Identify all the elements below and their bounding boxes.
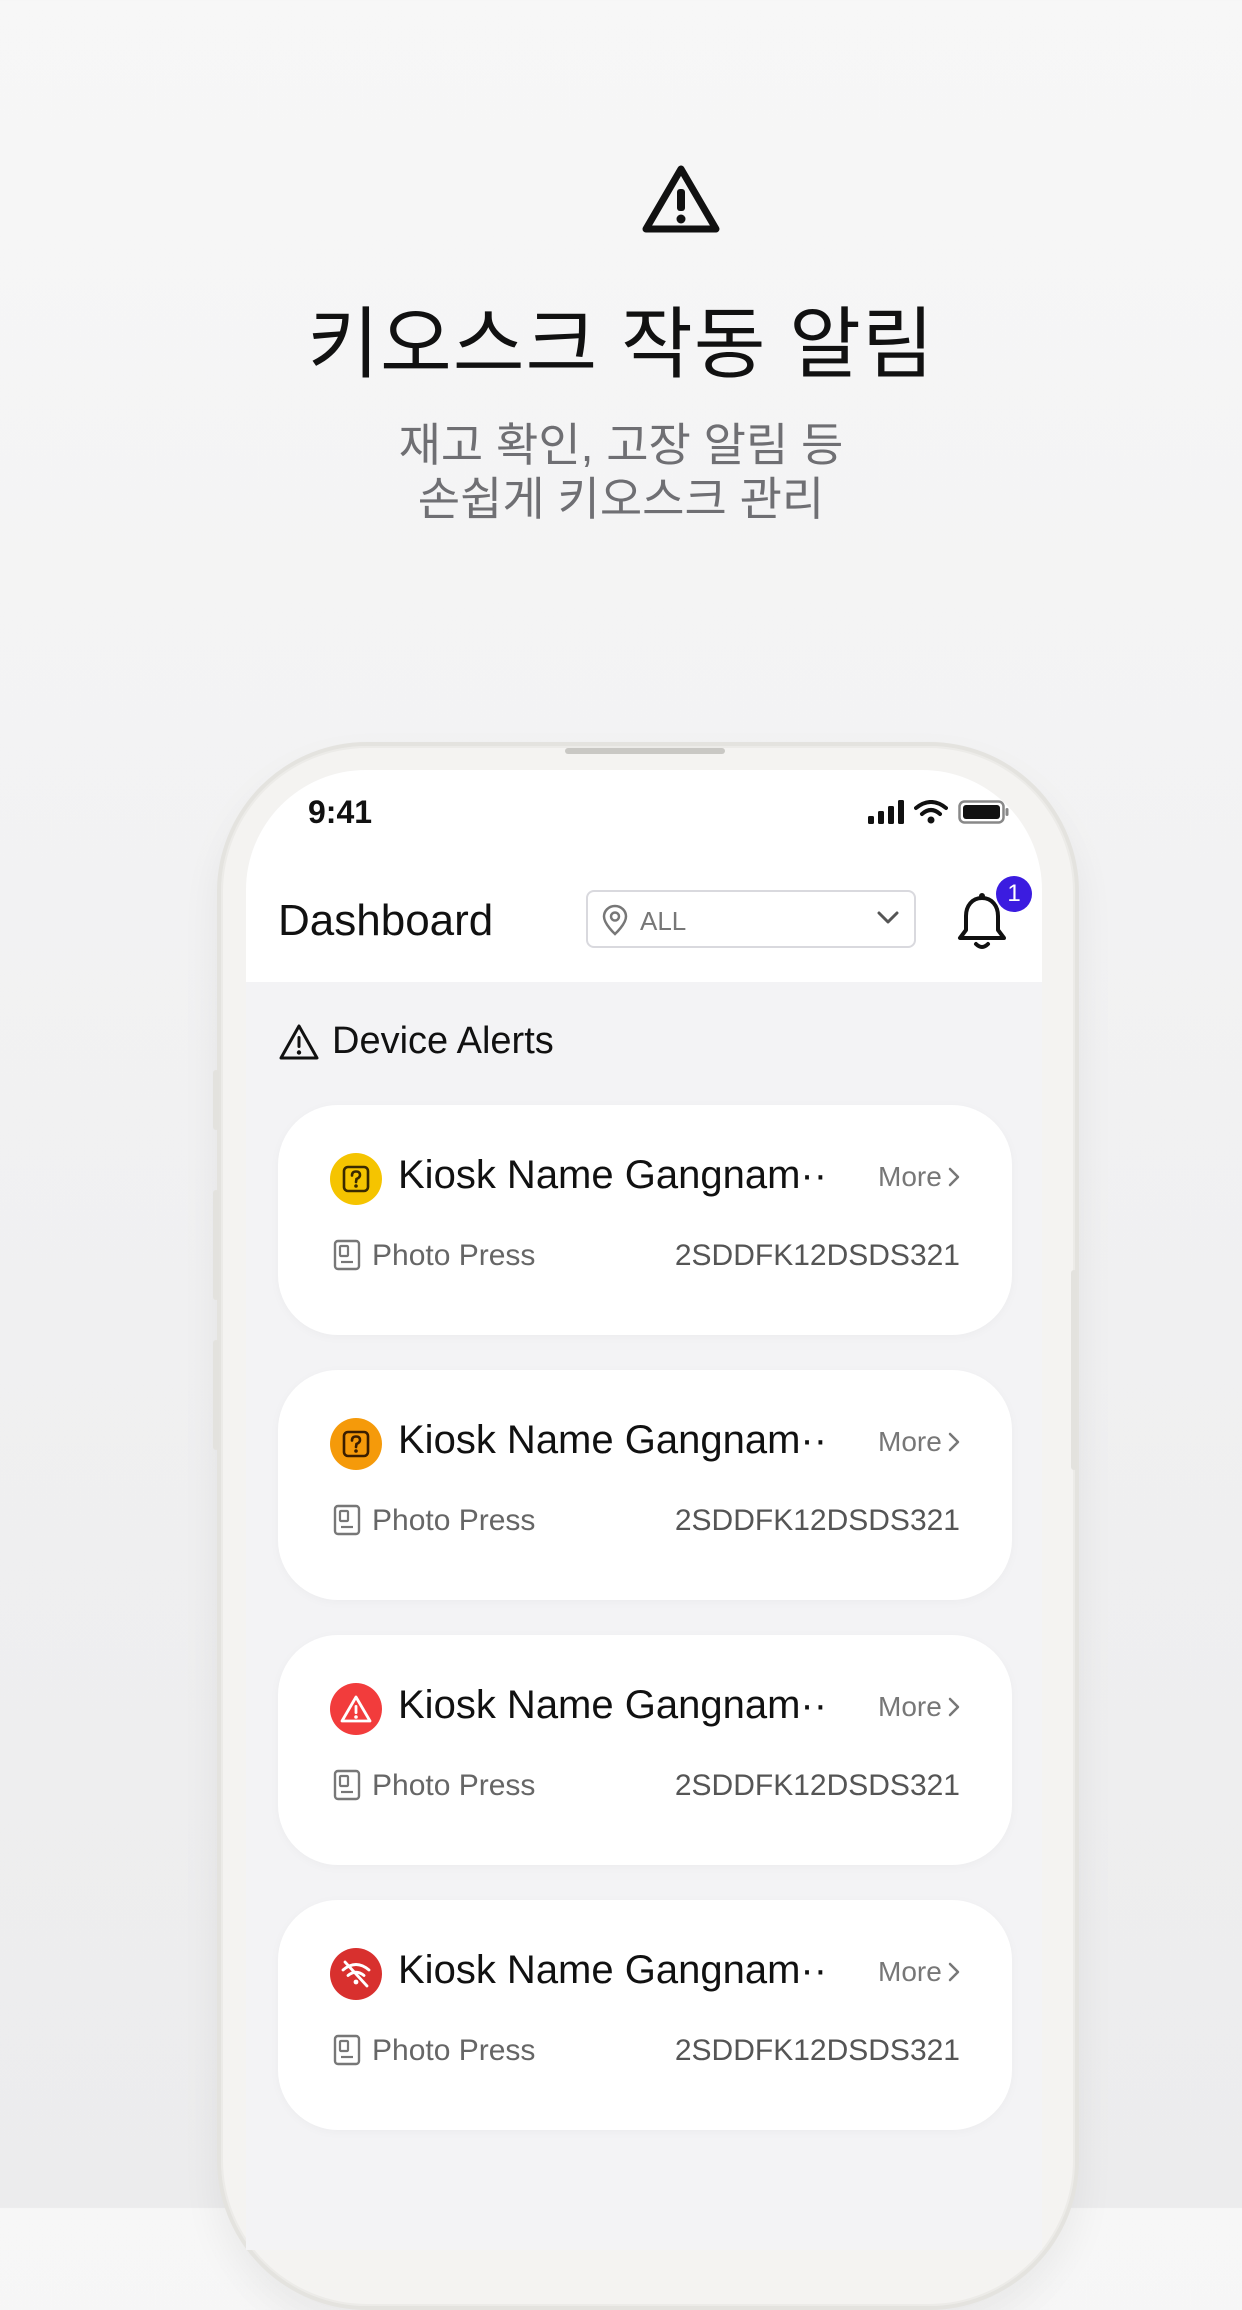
chevron-right-icon bbox=[948, 1432, 960, 1452]
serial-number: 2SDDFK12DSDS321 bbox=[674, 1239, 960, 1272]
product-name: Photo Press bbox=[372, 1769, 536, 1802]
wifi-icon bbox=[914, 800, 948, 824]
alert-card[interactable]: Kiosk Name Gangnam··· More Photo Press 2… bbox=[278, 1900, 1012, 2130]
alert-card[interactable]: Kiosk Name Gangnam··· More Photo Press 2… bbox=[278, 1370, 1012, 1600]
phone-side-button bbox=[213, 1070, 219, 1130]
serial-number: 2SDDFK12DSDS321 bbox=[674, 1769, 960, 1802]
warning-triangle-icon bbox=[279, 1024, 319, 1059]
notification-badge: 1 bbox=[996, 876, 1032, 912]
alert-card[interactable]: Kiosk Name Gangnam··· More Photo Press 2… bbox=[278, 1635, 1012, 1865]
kiosk-device-icon bbox=[333, 1769, 361, 1801]
battery-icon bbox=[958, 800, 1009, 824]
location-filter-value: ALL bbox=[640, 906, 687, 936]
kiosk-device-icon bbox=[333, 1504, 361, 1536]
more-label: More bbox=[878, 1426, 942, 1457]
question-box-icon bbox=[330, 1418, 382, 1470]
phone-side-button bbox=[213, 1190, 219, 1300]
serial-number: 2SDDFK12DSDS321 bbox=[674, 1504, 960, 1537]
kiosk-name: Kiosk Name Gangnam··· bbox=[398, 1683, 828, 1727]
warning-triangle-icon bbox=[330, 1683, 382, 1735]
cellular-signal-icon bbox=[868, 800, 904, 824]
chevron-right-icon bbox=[948, 1697, 960, 1717]
more-label: More bbox=[878, 1161, 942, 1192]
promo-subtitle-line-2: 손쉽게 키오스크 관리 bbox=[417, 473, 825, 525]
kiosk-device-icon bbox=[333, 1239, 361, 1271]
phone-side-button bbox=[213, 1340, 219, 1450]
page-title: Dashboard bbox=[278, 896, 494, 945]
question-box-icon bbox=[330, 1153, 382, 1205]
more-link[interactable]: More bbox=[878, 1691, 960, 1723]
kiosk-name: Kiosk Name Gangnam··· bbox=[398, 1153, 828, 1197]
status-icons bbox=[868, 800, 1010, 824]
serial-number: 2SDDFK12DSDS321 bbox=[674, 2034, 960, 2067]
location-filter-select[interactable]: ALL bbox=[586, 890, 916, 948]
promo-subtitle-line-1: 재고 확인, 고장 알림 등 bbox=[398, 419, 844, 471]
kiosk-device-icon bbox=[333, 2034, 361, 2066]
product-name: Photo Press bbox=[372, 1239, 536, 1272]
kiosk-name: Kiosk Name Gangnam··· bbox=[398, 1948, 828, 1992]
section-title: Device Alerts bbox=[332, 1020, 554, 1062]
status-time: 9:41 bbox=[308, 794, 373, 830]
promo-subtitle: 재고 확인, 고장 알림 등 손쉽게 키오스크 관리 bbox=[0, 418, 1242, 526]
chevron-right-icon bbox=[948, 1167, 960, 1187]
promo-title: 키오스크 작동 알림 bbox=[307, 300, 935, 388]
more-link[interactable]: More bbox=[878, 1426, 960, 1458]
phone-speaker bbox=[565, 748, 725, 754]
kiosk-name: Kiosk Name Gangnam··· bbox=[398, 1418, 828, 1462]
status-bar: 9:41 bbox=[246, 770, 1042, 870]
wifi-off-icon bbox=[330, 1948, 382, 2000]
phone-screen: 9:41 Dashboard ALL 1 Device Alerts Kiosk… bbox=[246, 770, 1042, 2250]
device-alerts-heading: Device Alerts bbox=[278, 1020, 554, 1063]
chevron-right-icon bbox=[948, 1962, 960, 1982]
more-label: More bbox=[878, 1691, 942, 1722]
more-label: More bbox=[878, 1956, 942, 1987]
app-header: Dashboard ALL 1 bbox=[246, 870, 1042, 982]
product-name: Photo Press bbox=[372, 1504, 536, 1537]
phone-side-button bbox=[1071, 1270, 1077, 1470]
product-name: Photo Press bbox=[372, 2034, 536, 2067]
chevron-down-icon bbox=[877, 911, 899, 924]
more-link[interactable]: More bbox=[878, 1956, 960, 1988]
alert-card[interactable]: Kiosk Name Gangnam··· More Photo Press 2… bbox=[278, 1105, 1012, 1335]
location-pin-icon bbox=[602, 904, 628, 936]
warning-triangle-icon bbox=[642, 165, 720, 233]
more-link[interactable]: More bbox=[878, 1161, 960, 1193]
